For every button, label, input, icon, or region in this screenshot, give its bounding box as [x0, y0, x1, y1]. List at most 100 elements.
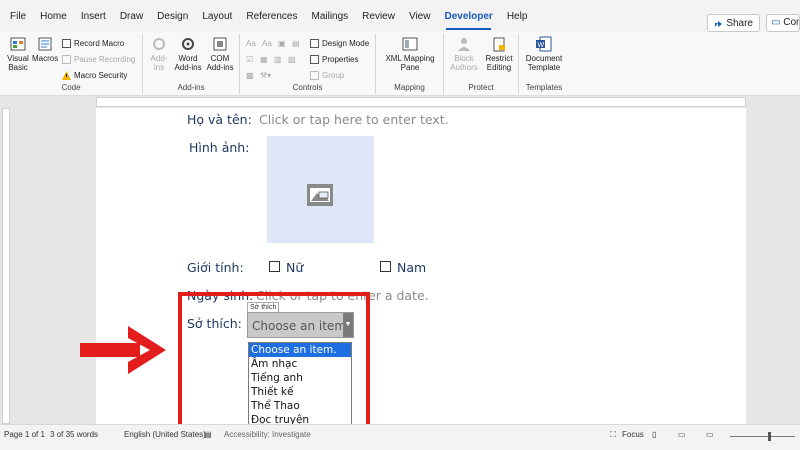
macro-security-button[interactable]: Macro Security	[62, 71, 127, 80]
picture-placeholder-icon	[307, 184, 333, 206]
building-block-control[interactable]: ▤	[292, 39, 300, 48]
controls-group: Aa Aa ▣ ▤ ☑ ▦ ▥ ▧ ▩ ⚒▾ Design Mode Prope…	[240, 34, 376, 94]
design-mode-icon	[310, 39, 319, 48]
block-authors-label: Block Authors	[450, 54, 478, 72]
web-layout-icon[interactable]: ▭	[706, 430, 714, 439]
vertical-ruler-bar	[2, 108, 10, 424]
combo-box-control[interactable]: ▦	[260, 55, 268, 64]
tab-references[interactable]: References	[240, 7, 303, 26]
comment-icon: ▭	[771, 17, 781, 28]
mapping-group: XML Mapping Pane Mapping	[376, 34, 444, 94]
checkbox-male[interactable]	[269, 261, 280, 272]
group-button[interactable]: Group	[310, 71, 344, 80]
block-authors-button[interactable]: Block Authors	[448, 36, 480, 72]
pause-recording-button[interactable]: Pause Recording	[62, 55, 135, 64]
macros-button[interactable]: Macros	[32, 36, 58, 63]
focus-label[interactable]: Focus	[622, 430, 644, 439]
zoom-slider-thumb[interactable]	[768, 432, 771, 441]
properties-label: Properties	[322, 55, 359, 64]
tab-design[interactable]: Design	[151, 7, 194, 26]
addins-label: Add-ins	[150, 54, 168, 72]
rich-text-control[interactable]: Aa	[246, 39, 256, 48]
tab-layout[interactable]: Layout	[196, 7, 238, 26]
focus-icon[interactable]: ⛶	[610, 430, 616, 440]
person-icon	[458, 38, 470, 51]
mapping-group-label: Mapping	[394, 83, 425, 92]
group-label: Group	[322, 71, 345, 80]
date-picker-control[interactable]: ▧	[288, 55, 296, 64]
tab-view[interactable]: View	[403, 7, 437, 26]
menu-bar: File Home Insert Draw Design Layout References…	[0, 0, 800, 32]
page-count[interactable]: Page 1 of 1	[4, 430, 45, 439]
horizontal-ruler[interactable]	[0, 96, 800, 108]
design-mode-button[interactable]: Design Mode	[310, 39, 369, 48]
picture-control[interactable]: ▣	[278, 39, 286, 48]
tab-draw[interactable]: Draw	[114, 7, 149, 26]
com-addins-label: COM Add-ins	[206, 54, 234, 72]
gender-male-label: Nữ	[286, 260, 304, 275]
protect-group: Block Authors Restrict Editing Protect	[444, 34, 519, 94]
com-addins-button[interactable]: COM Add-ins	[205, 36, 235, 72]
tab-review[interactable]: Review	[356, 7, 401, 26]
plain-text-control[interactable]: Aa	[262, 39, 272, 48]
checkbox-female[interactable]	[380, 261, 391, 272]
record-macro-icon	[62, 39, 71, 48]
addins-button[interactable]: Add-ins	[147, 36, 171, 72]
macros-label: Macros	[32, 54, 59, 63]
read-mode-icon[interactable]: ▯	[652, 430, 656, 439]
visual-basic-label: Visual Basic	[7, 54, 29, 72]
ruler-bar	[96, 97, 746, 107]
name-text-field[interactable]: Click or tap here to enter text.	[259, 112, 449, 127]
tab-file[interactable]: File	[4, 7, 32, 26]
svg-text:W: W	[538, 42, 545, 49]
tab-insert[interactable]: Insert	[75, 7, 112, 26]
com-addins-icon	[213, 37, 227, 51]
properties-button[interactable]: Properties	[310, 55, 358, 64]
repeating-control[interactable]: ▩	[246, 71, 254, 80]
pause-icon	[62, 55, 71, 64]
tab-home[interactable]: Home	[34, 7, 73, 26]
controls-group-label: Controls	[292, 83, 323, 92]
accessibility-status[interactable]: Accessibility: Investigate	[224, 430, 311, 439]
share-icon	[715, 20, 723, 27]
share-button[interactable]: Share	[707, 14, 760, 32]
tab-help[interactable]: Help	[501, 7, 534, 26]
image-label: Hình ảnh:	[189, 140, 250, 155]
share-label: Share	[726, 17, 753, 29]
gear-icon	[182, 38, 194, 50]
gender-label: Giới tính:	[187, 260, 244, 275]
record-macro-button[interactable]: Record Macro	[62, 39, 124, 48]
restrict-editing-button[interactable]: Restrict Editing	[482, 36, 516, 72]
design-mode-label: Design Mode	[322, 39, 370, 48]
word-count[interactable]: 3 of 35 words	[50, 430, 98, 439]
ribbon: Visual Basic Macros Record Macro Pause R…	[0, 32, 800, 96]
restrict-editing-label: Restrict Editing	[485, 54, 513, 72]
properties-icon	[310, 55, 319, 64]
macro-security-label: Macro Security	[74, 71, 128, 80]
document-template-button[interactable]: W Document Template	[521, 36, 567, 72]
gender-female-label: Nam	[397, 260, 427, 275]
xml-mapping-icon	[402, 37, 418, 51]
vertical-ruler[interactable]	[0, 108, 12, 424]
name-label: Họ và tên:	[187, 112, 252, 127]
dropdown-control[interactable]: ▥	[274, 55, 282, 64]
print-layout-icon[interactable]: ▭	[678, 430, 686, 439]
accessibility-icon: ▤	[204, 430, 212, 439]
tab-developer[interactable]: Developer	[438, 7, 498, 30]
language-indicator[interactable]: English (United States)	[124, 430, 206, 439]
picture-content-control[interactable]	[267, 136, 374, 243]
comments-button[interactable]: ▭ Comments	[766, 14, 800, 32]
macros-icon	[38, 37, 52, 51]
legacy-tools-control[interactable]: ⚒▾	[260, 71, 271, 80]
code-group: Visual Basic Macros Record Macro Pause R…	[0, 34, 143, 94]
word-addins-button[interactable]: Word Add-ins	[173, 36, 203, 72]
xml-mapping-pane-button[interactable]: XML Mapping Pane	[382, 36, 438, 72]
tab-mailings[interactable]: Mailings	[305, 7, 354, 26]
document-template-label: Document Template	[525, 54, 563, 72]
zoom-slider[interactable]	[730, 436, 795, 437]
word-document-icon: W	[536, 36, 552, 52]
checkbox-control[interactable]: ☑	[246, 55, 253, 64]
word-addins-label: Word Add-ins	[174, 54, 202, 72]
visual-basic-button[interactable]: Visual Basic	[4, 36, 32, 72]
addins-icon	[153, 38, 165, 50]
